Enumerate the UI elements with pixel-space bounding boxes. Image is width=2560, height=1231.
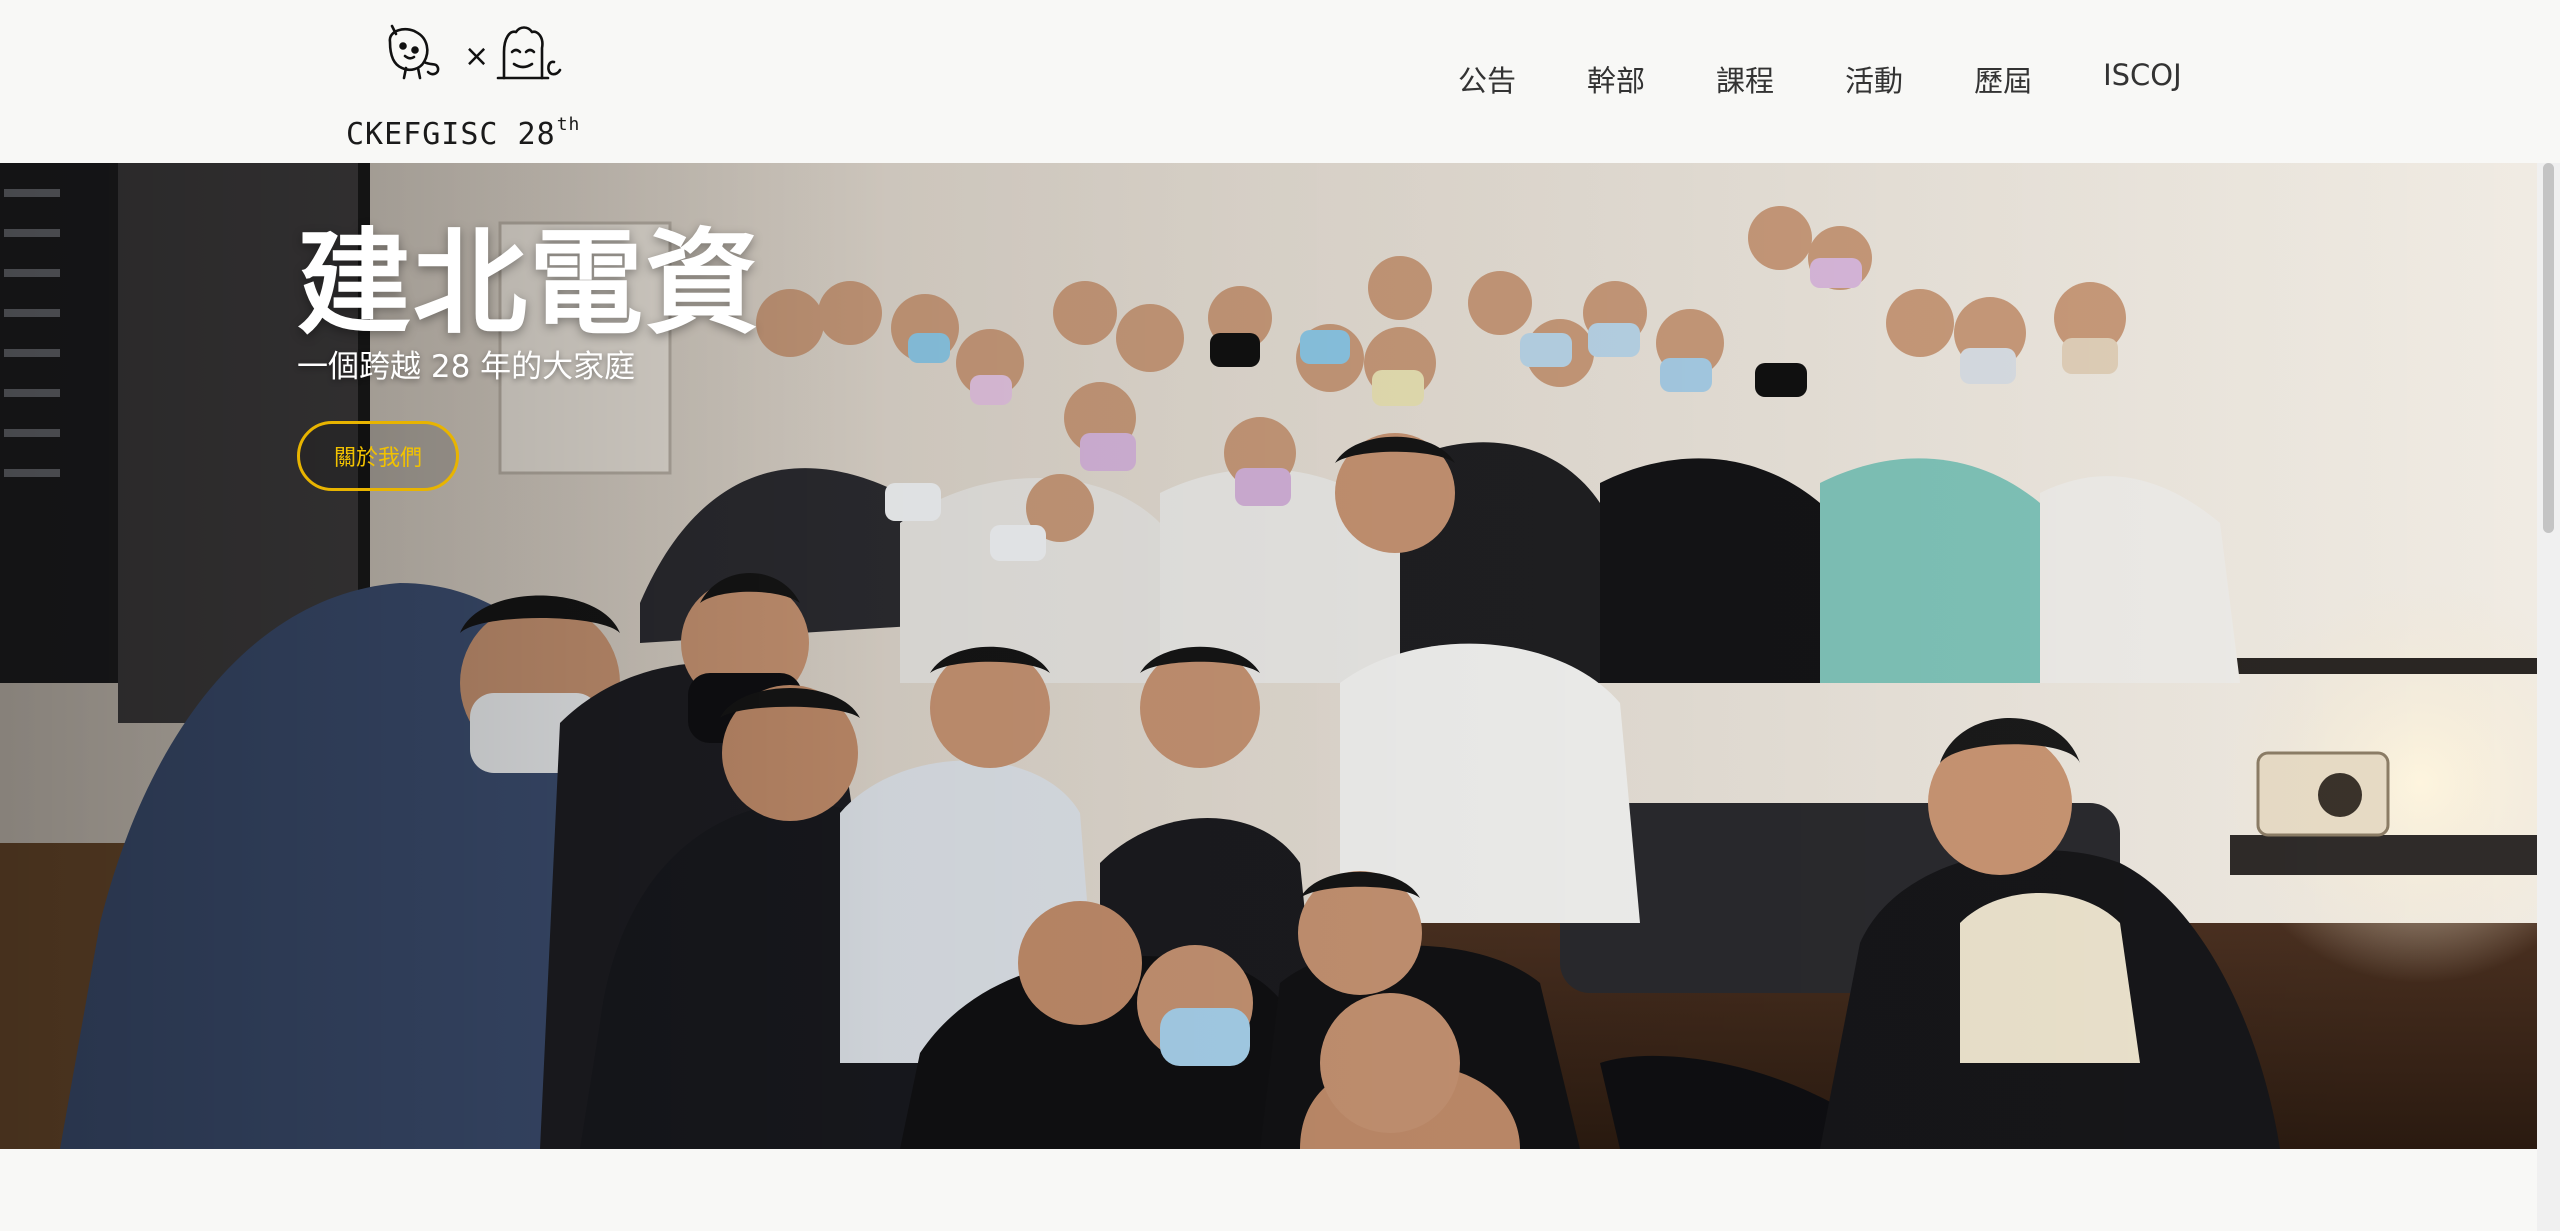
- hero-subtitle: 一個跨越 28 年的大家庭: [297, 349, 636, 385]
- main-nav: 公告 幹部 課程 活動 歷屆 ISCOJ: [1458, 58, 2182, 100]
- top-navbar: × CKEFGISC 28th 公告 幹部 課程 活動 歷屆 ISCOJ: [0, 0, 2560, 163]
- brand-name-text: CKEFGISC 28: [346, 117, 556, 152]
- page-scrollbar[interactable]: [2537, 163, 2560, 1231]
- nav-item-announcements[interactable]: 公告: [1458, 58, 1516, 100]
- club-logos: ×: [388, 24, 562, 80]
- brand-superscript: th: [556, 114, 581, 135]
- scrollbar-thumb[interactable]: [2543, 163, 2554, 533]
- brand-name: CKEFGISC 28th: [346, 114, 580, 152]
- nav-item-iscoj[interactable]: ISCOJ: [2103, 58, 2182, 100]
- nav-item-courses[interactable]: 課程: [1716, 58, 1774, 100]
- hero-banner: 建北電資 一個跨越 28 年的大家庭 關於我們: [0, 163, 2537, 1149]
- brand-home-link[interactable]: × CKEFGISC 28th: [346, 22, 606, 152]
- page-content-below: [0, 1149, 2537, 1231]
- fgisc-mascot-icon: [496, 26, 562, 80]
- nav-item-alumni[interactable]: 歷屆: [1974, 58, 2032, 100]
- nav-item-officers[interactable]: 幹部: [1587, 58, 1645, 100]
- logo-separator: ×: [464, 39, 489, 74]
- hero-title: 建北電資: [297, 217, 762, 350]
- about-us-button[interactable]: 關於我們: [297, 421, 459, 491]
- ckef-mascot-icon: [388, 24, 440, 80]
- nav-item-events[interactable]: 活動: [1845, 58, 1903, 100]
